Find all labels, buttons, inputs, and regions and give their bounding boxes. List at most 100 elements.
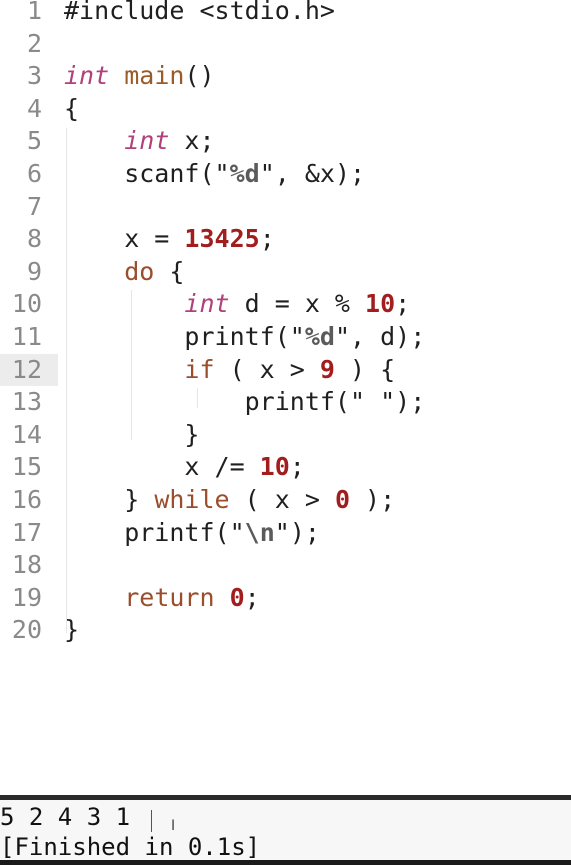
line-number: 12	[0, 353, 58, 386]
line-number: 4	[26, 93, 42, 123]
code-token: int	[64, 61, 110, 91]
code-line[interactable]: 9 do {	[0, 256, 571, 288]
code-line[interactable]: 5 int x;	[0, 125, 571, 157]
code-token: %d	[304, 322, 335, 351]
line-number: 15	[11, 452, 42, 482]
code-token: \n	[244, 517, 275, 547]
code-token: {	[64, 93, 80, 123]
code-text: int d = x % 10;	[64, 288, 410, 320]
build-output-panel[interactable]: 5 2 4 3 1 I [Finished in 0.1s]	[0, 795, 571, 865]
code-token: 10	[259, 452, 290, 482]
code-token: 13425	[184, 224, 260, 254]
code-line[interactable]: 10 int d = x % 10;	[0, 288, 571, 320]
code-token: ( x >	[229, 485, 335, 514]
code-line[interactable]: 20}	[0, 614, 571, 646]
code-token: %d	[229, 159, 260, 188]
code-text: if ( x > 9 ) {	[64, 354, 395, 386]
code-line[interactable]: 6 scanf("%d", &x);	[0, 158, 571, 190]
build-status: [Finished in 0.1s]	[0, 833, 261, 861]
code-token: x;	[169, 126, 215, 156]
indent-guide	[66, 128, 67, 633]
code-line[interactable]: 7	[0, 191, 571, 223]
code-line[interactable]: 18	[0, 549, 571, 581]
line-number: 9	[26, 256, 42, 286]
code-token: ;	[395, 289, 411, 319]
code-line[interactable]: 3 int main()	[0, 60, 571, 92]
code-line[interactable]: 16 } while ( x > 0 );	[0, 484, 571, 516]
code-line[interactable]: 1 #include <stdio.h>	[0, 0, 571, 27]
indent-guide	[197, 388, 198, 408]
line-number: 1	[26, 0, 42, 25]
code-token: , d);	[350, 322, 426, 351]
code-token: x =	[64, 224, 185, 254]
code-token: "	[229, 517, 245, 547]
line-number: 7	[26, 191, 42, 221]
code-line[interactable]: 15 x /= 10;	[0, 451, 571, 483]
code-token: if	[184, 354, 215, 384]
code-token: ;	[244, 582, 260, 612]
line-number: 14	[11, 419, 42, 449]
code-line[interactable]: 13 printf(" ");	[0, 386, 571, 418]
code-token: "	[214, 159, 230, 188]
code-token: printf(	[64, 322, 290, 351]
code-token: }	[64, 485, 155, 514]
code-text: int main()	[64, 60, 215, 92]
code-line[interactable]: 12 if ( x > 9 ) {	[0, 353, 571, 386]
code-token: 10	[365, 289, 396, 319]
code-token: scanf(	[64, 159, 215, 188]
line-number: 2	[26, 28, 42, 58]
code-token: while	[154, 485, 230, 514]
code-text: printf("\n");	[64, 517, 320, 549]
code-token: {	[154, 256, 185, 286]
code-token: d = x %	[229, 289, 366, 319]
code-token: x /=	[64, 452, 260, 482]
code-token: ()	[184, 61, 215, 91]
code-token: main	[124, 61, 185, 91]
code-text: scanf("%d", &x);	[64, 158, 365, 190]
code-text: {	[64, 93, 79, 125]
code-token: , &x);	[274, 159, 366, 188]
code-text: x = 13425;	[64, 223, 275, 255]
program-output: 5 2 4 3 1	[0, 803, 131, 831]
code-editor[interactable]: 1 #include <stdio.h> 2 3 int main() 4{5 int x…	[0, 0, 571, 795]
code-token: int	[124, 126, 170, 156]
line-number: 11	[11, 322, 42, 351]
line-number: 20	[11, 615, 42, 645]
code-text: #include <stdio.h>	[64, 0, 335, 27]
line-number: 13	[11, 387, 42, 417]
code-token: do	[124, 256, 155, 286]
code-token: return	[124, 582, 215, 612]
code-line[interactable]: 2	[0, 28, 571, 60]
code-token: #include <stdio.h>	[64, 0, 335, 25]
code-token: );	[289, 517, 320, 547]
line-number: 18	[11, 550, 42, 580]
code-text: return 0;	[64, 582, 260, 614]
text-cursor	[151, 810, 152, 832]
code-token: 0	[229, 582, 245, 612]
line-number: 17	[11, 517, 42, 547]
code-line[interactable]: 8 x = 13425;	[0, 223, 571, 255]
code-token: "	[334, 322, 351, 351]
window-bottom-edge	[0, 860, 571, 865]
code-line[interactable]: 17 printf("\n");	[0, 517, 571, 549]
code-token: ) {	[334, 354, 396, 384]
code-line[interactable]: 4{	[0, 93, 571, 125]
code-line[interactable]: 14 }	[0, 419, 571, 451]
line-number: 10	[11, 289, 42, 319]
code-line[interactable]: 19 return 0;	[0, 582, 571, 614]
indent-guide	[131, 290, 132, 440]
code-token: printf(	[64, 387, 350, 417]
code-text: printf("%d", d);	[64, 321, 425, 353]
line-number: 3	[26, 61, 42, 91]
code-token: ( x >	[214, 354, 320, 384]
code-token: int	[184, 289, 230, 319]
code-token: ;	[289, 452, 305, 482]
code-token: 9	[319, 354, 335, 384]
code-text: do {	[64, 256, 184, 288]
code-line[interactable]: 11 printf("%d", d);	[0, 321, 571, 353]
